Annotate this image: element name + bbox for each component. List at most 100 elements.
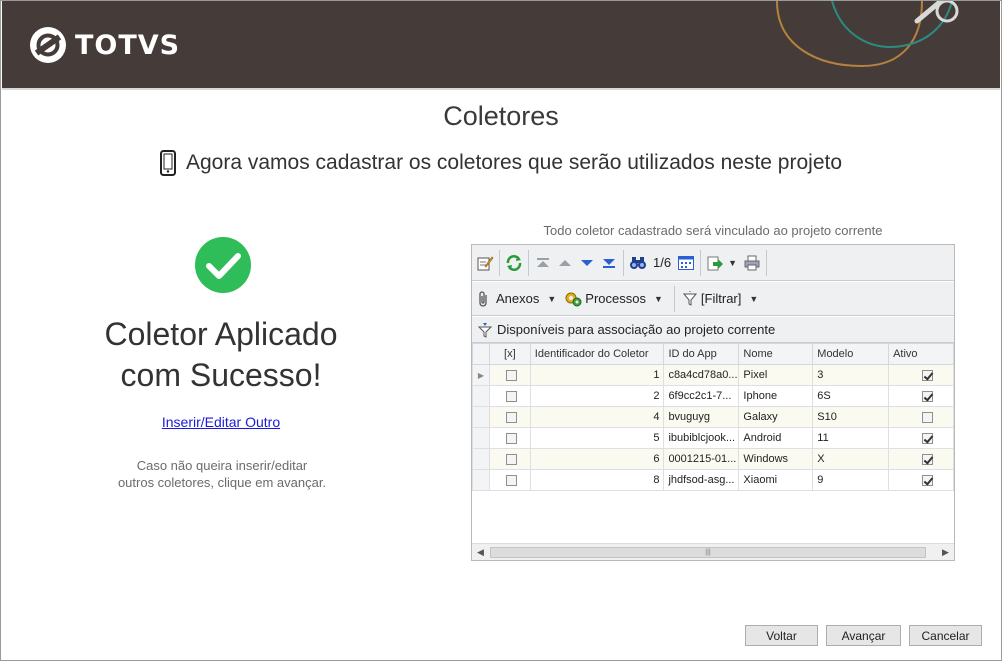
row-select-checkbox[interactable] (506, 432, 518, 444)
table-row[interactable]: 8 jhdfsod-asg... Xiaomi 9 (472, 469, 954, 491)
column-header-collector-id[interactable]: Identificador do Coletor (529, 343, 665, 365)
name-cell: Windows (738, 448, 814, 470)
chevron-down-icon: ▼ (547, 293, 557, 304)
mobile-phone-icon (159, 150, 176, 176)
next-record-icon (581, 259, 593, 266)
decorative-curves (776, 1, 959, 68)
check-circle-icon (195, 237, 251, 293)
row-select-cell[interactable] (488, 406, 531, 428)
row-select-cell[interactable] (488, 448, 531, 470)
column-header-active[interactable]: Ativo (888, 343, 954, 365)
next-record-button[interactable] (576, 252, 598, 274)
row-select-checkbox[interactable] (506, 474, 518, 486)
active-checkbox[interactable] (922, 390, 933, 402)
table-header-row: [x] Identificador do Coletor ID do App N… (472, 343, 954, 365)
export-icon (707, 256, 724, 270)
last-record-button[interactable] (598, 252, 620, 274)
row-indicator-header (472, 343, 490, 365)
back-button[interactable]: Voltar (745, 625, 818, 646)
horizontal-scrollbar[interactable]: ◀ ||| ▶ (472, 543, 954, 560)
app-id-cell: c8a4cd78a0... (663, 364, 740, 386)
column-header-model[interactable]: Modelo (812, 343, 890, 365)
active-cell[interactable] (888, 469, 954, 491)
table-row[interactable]: ▶ 1 c8a4cd78a0... Pixel 3 (472, 364, 954, 386)
table-row[interactable]: 4 bvuguyg Galaxy S10 (472, 406, 954, 428)
row-indicator (472, 469, 490, 491)
name-cell: Galaxy (738, 406, 814, 428)
processes-menu[interactable]: Processos ▼ (564, 291, 663, 307)
grid-caption: Todo coletor cadastrado será vinculado a… (543, 223, 883, 238)
collector-id-cell: 4 (529, 406, 665, 428)
last-record-icon (603, 258, 615, 268)
refresh-button[interactable] (503, 252, 525, 274)
print-button[interactable] (741, 252, 763, 274)
export-button[interactable] (704, 252, 726, 274)
page-title: Coletores (443, 101, 559, 131)
model-cell: 11 (812, 427, 890, 449)
collectors-grid: 1/6 ▼ Anexos ▼ Processos ▼ [Filtrar] ▼ D… (471, 244, 955, 561)
association-filter-bar: Disponíveis para associação ao projeto c… (472, 317, 954, 343)
table-row[interactable]: 5 ibubiblcjook... Android 11 (472, 427, 954, 449)
row-indicator (472, 448, 490, 470)
active-checkbox[interactable] (922, 369, 933, 381)
row-select-checkbox[interactable] (506, 369, 518, 381)
attachments-label: Anexos (496, 291, 540, 306)
grid-toolbar: 1/6 ▼ (472, 245, 954, 281)
active-checkbox[interactable] (922, 453, 933, 465)
row-select-cell[interactable] (488, 364, 531, 386)
row-select-cell[interactable] (488, 427, 531, 449)
active-cell[interactable] (888, 364, 954, 386)
association-label: Disponíveis para associação ao projeto c… (497, 322, 776, 337)
first-record-button[interactable] (532, 252, 554, 274)
column-header-app-id[interactable]: ID do App (663, 343, 740, 365)
header-banner: TOTVS (2, 1, 1000, 88)
first-record-icon (537, 257, 549, 267)
active-checkbox[interactable] (922, 411, 933, 423)
row-indicator (472, 406, 490, 428)
scrollbar-thumb[interactable]: ||| (490, 547, 926, 558)
row-select-checkbox[interactable] (506, 390, 518, 402)
brand-name: TOTVS (75, 29, 181, 61)
attachments-menu[interactable]: Anexos ▼ (476, 290, 557, 307)
export-dropdown-caret[interactable]: ▼ (728, 258, 737, 268)
grid-actions-bar: Anexos ▼ Processos ▼ [Filtrar] ▼ (472, 282, 954, 316)
next-button[interactable]: Avançar (826, 625, 901, 646)
processes-label: Processos (585, 291, 646, 306)
model-cell: 9 (812, 469, 890, 491)
table-row[interactable]: 6 0001215-01... Windows X (472, 448, 954, 470)
cancel-button[interactable]: Cancelar (909, 625, 982, 646)
active-cell[interactable] (888, 427, 954, 449)
row-select-checkbox[interactable] (506, 453, 518, 465)
active-cell[interactable] (888, 406, 954, 428)
name-cell: Iphone (738, 385, 814, 407)
filter-menu[interactable]: [Filtrar] ▼ (682, 290, 758, 307)
previous-record-icon (559, 259, 571, 266)
row-select-cell[interactable] (488, 469, 531, 491)
header-divider (2, 88, 1000, 90)
active-cell[interactable] (888, 448, 954, 470)
row-select-checkbox[interactable] (506, 411, 518, 423)
select-page-button[interactable] (675, 252, 697, 274)
previous-record-button[interactable] (554, 252, 576, 274)
active-checkbox[interactable] (922, 474, 933, 486)
row-select-cell[interactable] (488, 385, 531, 407)
toolbar-separator (700, 249, 702, 276)
model-cell: S10 (812, 406, 890, 428)
scroll-right-icon[interactable]: ▶ (942, 547, 949, 558)
column-header-select[interactable]: [x] (488, 343, 531, 365)
search-button[interactable] (627, 252, 649, 274)
totvs-logo-icon (30, 27, 66, 63)
column-header-name[interactable]: Nome (738, 343, 814, 365)
subtitle-text: Agora vamos cadastrar os coletores que s… (185, 151, 843, 174)
active-checkbox[interactable] (922, 432, 933, 444)
app-id-cell: 0001215-01... (663, 448, 740, 470)
insert-edit-another-link[interactable]: Inserir/Editar Outro (60, 414, 382, 430)
edit-button[interactable] (474, 252, 496, 274)
success-message: Coletor Aplicado com Sucesso! (60, 314, 382, 396)
active-cell[interactable] (888, 385, 954, 407)
table-row[interactable]: 2 6f9cc2c1-7... Iphone 6S (472, 385, 954, 407)
name-cell: Xiaomi (738, 469, 814, 491)
scroll-left-icon[interactable]: ◀ (477, 547, 484, 558)
row-indicator: ▶ (472, 364, 490, 386)
grid-view-icon (678, 255, 695, 270)
